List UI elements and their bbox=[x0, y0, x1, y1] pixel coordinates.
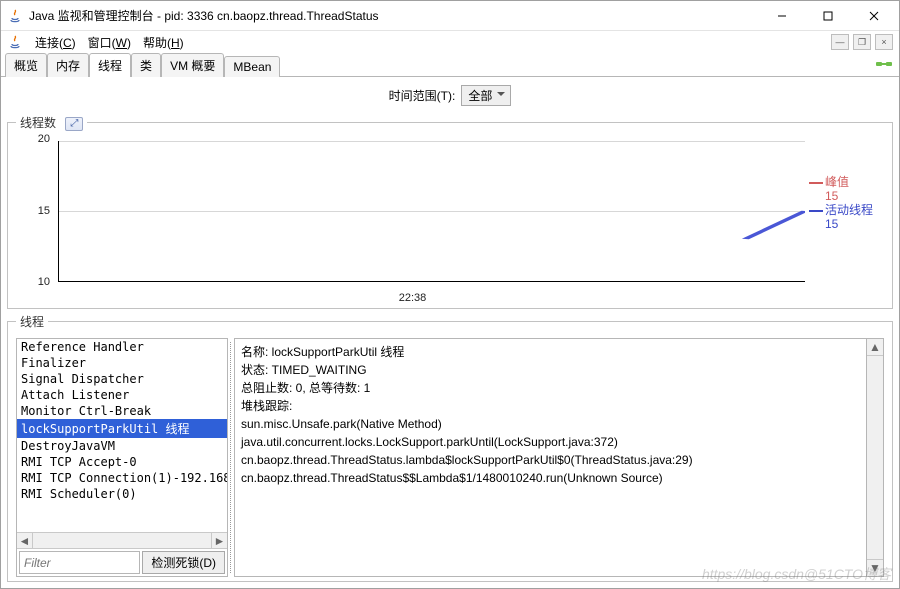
time-range-select[interactable]: 全部 bbox=[461, 85, 511, 106]
app-window: Java 监视和管理控制台 - pid: 3336 cn.baopz.threa… bbox=[0, 0, 900, 589]
thread-count-legend: 线程数 ⤢ bbox=[16, 114, 87, 131]
thread-list-panel: Reference HandlerFinalizerSignal Dispatc… bbox=[16, 338, 228, 577]
menubar: 连接(C) 窗口(W) 帮助(H) — ❐ × bbox=[1, 31, 899, 53]
thread-list[interactable]: Reference HandlerFinalizerSignal Dispatc… bbox=[17, 339, 227, 532]
minimize-button[interactable] bbox=[759, 1, 805, 30]
chart-plot-area bbox=[58, 141, 805, 282]
tab-概览[interactable]: 概览 bbox=[5, 53, 47, 77]
legend-active-label: 活动线程 bbox=[825, 203, 873, 217]
chart-legend: 峰值 15 活动线程 15 bbox=[809, 139, 884, 304]
thread-list-hscrollbar[interactable]: ◄ ► bbox=[17, 532, 227, 548]
menu-window[interactable]: 窗口(W) bbox=[82, 32, 137, 53]
detail-line: java.util.concurrent.locks.LockSupport.p… bbox=[241, 433, 860, 451]
tab-类[interactable]: 类 bbox=[131, 53, 161, 77]
legend-peak-label: 峰值 bbox=[825, 175, 849, 189]
tab-MBean[interactable]: MBean bbox=[224, 56, 280, 77]
splitter[interactable] bbox=[228, 338, 234, 577]
detail-line: cn.baopz.thread.ThreadStatus$$Lambda$1/1… bbox=[241, 469, 860, 487]
thread-filter-input[interactable] bbox=[19, 551, 140, 574]
list-item[interactable]: RMI Scheduler(0) bbox=[17, 486, 227, 502]
detail-vscrollbar[interactable]: ▲ ▼ bbox=[867, 338, 884, 577]
time-range-label: 时间范围(T): bbox=[389, 87, 456, 104]
list-item[interactable]: Finalizer bbox=[17, 355, 227, 371]
threads-legend: 线程 bbox=[16, 313, 48, 330]
list-item[interactable]: Signal Dispatcher bbox=[17, 371, 227, 387]
list-item[interactable]: RMI TCP Accept-0 bbox=[17, 454, 227, 470]
y-tick: 10 bbox=[38, 276, 50, 288]
connection-status-icon bbox=[875, 56, 893, 72]
mdi-restore-button[interactable]: ❐ bbox=[853, 34, 871, 50]
thread-count-legend-text: 线程数 bbox=[20, 116, 56, 130]
scroll-left-icon[interactable]: ◄ bbox=[17, 533, 33, 548]
scroll-right-icon[interactable]: ► bbox=[211, 533, 227, 548]
titlebar: Java 监视和管理控制台 - pid: 3336 cn.baopz.threa… bbox=[1, 1, 899, 31]
detail-line: 堆栈跟踪: bbox=[241, 397, 860, 415]
time-range-row: 时间范围(T): 全部 bbox=[7, 81, 893, 110]
java-icon bbox=[7, 8, 23, 24]
java-icon bbox=[7, 34, 23, 50]
list-item[interactable]: DestroyJavaVM bbox=[17, 438, 227, 454]
list-item[interactable]: RMI TCP Connection(1)-192.168. bbox=[17, 470, 227, 486]
detail-line: sun.misc.Unsafe.park(Native Method) bbox=[241, 415, 860, 433]
thread-chart: 101520 22:38 bbox=[16, 139, 809, 304]
y-tick: 15 bbox=[38, 205, 50, 217]
detail-line: 名称: lockSupportParkUtil 线程 bbox=[241, 343, 860, 361]
list-item[interactable]: Monitor Ctrl-Break bbox=[17, 403, 227, 419]
mdi-close-button[interactable]: × bbox=[875, 34, 893, 50]
detail-line: 状态: TIMED_WAITING bbox=[241, 361, 860, 379]
legend-active-value: 15 bbox=[809, 217, 884, 231]
threads-panel: 线程 Reference HandlerFinalizerSignal Disp… bbox=[7, 313, 893, 582]
menu-help[interactable]: 帮助(H) bbox=[137, 32, 190, 53]
expand-chart-button[interactable]: ⤢ bbox=[65, 117, 83, 131]
thread-count-panel: 线程数 ⤢ 10 15 20 22:38 峰值 bbox=[7, 114, 893, 309]
close-button[interactable] bbox=[851, 1, 897, 30]
tab-content: 时间范围(T): 全部 线程数 ⤢ 101520 22: bbox=[1, 77, 899, 588]
detail-line: 总阻止数: 0, 总等待数: 1 bbox=[241, 379, 860, 397]
detail-line: cn.baopz.thread.ThreadStatus.lambda$lock… bbox=[241, 451, 860, 469]
list-item[interactable]: Reference Handler bbox=[17, 339, 227, 355]
tab-VM 概要[interactable]: VM 概要 bbox=[161, 53, 224, 77]
legend-peak-value: 15 bbox=[809, 189, 884, 203]
scroll-up-icon[interactable]: ▲ bbox=[867, 339, 883, 356]
scroll-down-icon[interactable]: ▼ bbox=[867, 559, 883, 576]
detect-deadlock-button[interactable]: 检测死锁(D) bbox=[142, 551, 225, 574]
window-title: Java 监视和管理控制台 - pid: 3336 cn.baopz.threa… bbox=[29, 7, 759, 24]
tab-内存[interactable]: 内存 bbox=[47, 53, 89, 77]
tab-线程[interactable]: 线程 bbox=[89, 53, 131, 77]
chart-x-label: 22:38 bbox=[399, 292, 427, 304]
mdi-minimize-button[interactable]: — bbox=[831, 34, 849, 50]
tabstrip: 概览内存线程类VM 概要MBean bbox=[1, 53, 899, 77]
thread-detail-panel: 名称: lockSupportParkUtil 线程状态: TIMED_WAIT… bbox=[234, 338, 867, 577]
list-item[interactable]: Attach Listener bbox=[17, 387, 227, 403]
maximize-button[interactable] bbox=[805, 1, 851, 30]
menu-connect[interactable]: 连接(C) bbox=[29, 32, 82, 53]
list-item[interactable]: lockSupportParkUtil 线程 bbox=[17, 419, 227, 438]
y-tick: 20 bbox=[38, 133, 50, 145]
